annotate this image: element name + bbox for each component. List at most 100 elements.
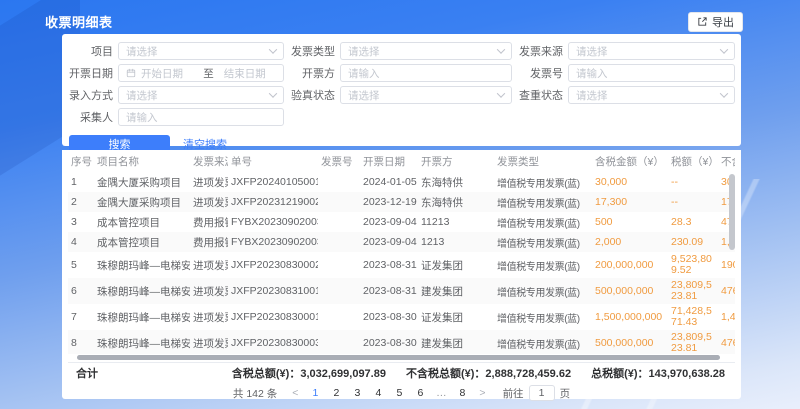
cell-invoice-source: 进项发票 [190, 252, 228, 278]
cell-invoice-date: 2023-08-30 [360, 304, 418, 330]
cell-invoice-source: 进项发票 [190, 192, 228, 212]
cell-invoice-type: 增值税专用发票(蓝) [494, 212, 592, 232]
issuer-input[interactable]: 请输入 [340, 64, 512, 82]
page-number[interactable]: 4 [372, 387, 384, 399]
cell-amount-with-tax: 500 [592, 212, 668, 232]
cell-index: 4 [68, 232, 94, 252]
page-number[interactable]: 2 [330, 387, 342, 399]
cell-invoice-source: 进项发票 [190, 330, 228, 354]
cell-index: 2 [68, 192, 94, 212]
column-header[interactable]: 发票来源 [190, 150, 228, 172]
top-bar: 收票明细表 导出 [45, 9, 743, 34]
cell-issuer: 11213 [418, 212, 494, 232]
next-page-button[interactable]: > [477, 387, 487, 399]
column-header[interactable]: 序号 [68, 150, 94, 172]
cell-amount-without-tax: 1,428,571,428.57 [718, 304, 735, 330]
cell-amount-with-tax: 500,000,000 [592, 278, 668, 304]
summary-total: 总税额(¥)：143,970,638.28 [591, 365, 725, 381]
cell-tax: 71,428,571.43 [668, 304, 718, 330]
page-number[interactable]: 8 [456, 387, 468, 399]
goto-page-input[interactable] [529, 385, 555, 401]
column-header[interactable]: 项目名称 [94, 150, 190, 172]
cell-invoice-date: 2023-08-30 [360, 330, 418, 354]
vertical-scrollbar[interactable] [729, 174, 735, 250]
column-header[interactable]: 税额（¥） [668, 150, 718, 172]
cell-amount-without-tax: 476,190,476.19 [718, 330, 735, 354]
page-list: 123456…8 [309, 387, 468, 399]
cell-project-name: 珠穆朗玛峰—电梯安装 [94, 252, 190, 278]
page-number[interactable]: 5 [393, 387, 405, 399]
start-date-placeholder: 开始日期 [141, 66, 193, 81]
chevron-down-icon [269, 89, 277, 97]
cell-project-name: 成本管控项目 [94, 232, 190, 252]
cell-tax: 23,809,523.81 [668, 278, 718, 304]
chevron-down-icon [269, 45, 277, 53]
cell-invoice-date: 2023-09-04 [360, 232, 418, 252]
verification-status-select[interactable]: 请选择 [340, 86, 512, 104]
cell-invoice-type: 增值税专用发票(蓝) [494, 172, 592, 192]
pagination-total: 共 142 条 [233, 386, 277, 401]
column-header[interactable]: 单号 [228, 150, 318, 172]
table-header-row: 序号项目名称发票来源单号发票号开票日期开票方发票类型含税金额（¥）税额（¥）不含… [68, 150, 735, 172]
cell-invoice-number [318, 330, 360, 354]
chevron-down-icon [497, 45, 505, 53]
cell-index: 6 [68, 278, 94, 304]
collector-input[interactable]: 请输入 [118, 108, 284, 126]
filter-label-invoice-type: 发票类型 [284, 43, 340, 59]
invoice-date-range[interactable]: 开始日期 至 结束日期 [118, 64, 284, 82]
filter-label-invoice-date: 开票日期 [62, 65, 118, 81]
column-header[interactable]: 不含税金额（¥） [718, 150, 735, 172]
cell-invoice-source: 进项发票 [190, 304, 228, 330]
cell-issuer: 东海特供 [418, 192, 494, 212]
page-number[interactable]: 3 [351, 387, 363, 399]
table-row[interactable]: 4 成本管控项目 费用报销 FYBX20230902003 2023-09-04… [68, 232, 735, 252]
export-button[interactable]: 导出 [688, 12, 743, 32]
cell-order-number: FYBX20230902003 [228, 212, 318, 232]
invoice-source-select[interactable]: 请选择 [568, 42, 735, 60]
page-number[interactable]: 1 [309, 387, 321, 399]
table-row[interactable]: 6 珠穆朗玛峰—电梯安装 进项发票 JXFP20230831001 2023-0… [68, 278, 735, 304]
cell-tax: 230.09 [668, 232, 718, 252]
table-row[interactable]: 3 成本管控项目 费用报销 FYBX20230902003 2023-09-04… [68, 212, 735, 232]
table-row[interactable]: 5 珠穆朗玛峰—电梯安装 进项发票 JXFP20230830002 2023-0… [68, 252, 735, 278]
cell-amount-with-tax: 1,500,000,000 [592, 304, 668, 330]
table-row[interactable]: 7 珠穆朗玛峰—电梯安装 进项发票 JXFP20230830001 2023-0… [68, 304, 735, 330]
cell-issuer: 东海特供 [418, 172, 494, 192]
invoice-type-select[interactable]: 请选择 [340, 42, 512, 60]
table-row[interactable]: 8 珠穆朗玛峰—电梯安装 进项发票 JXFP20230830003 2023-0… [68, 330, 735, 354]
column-header[interactable]: 含税金额（¥） [592, 150, 668, 172]
duplicate-status-select[interactable]: 请选择 [568, 86, 735, 104]
cell-invoice-number [318, 278, 360, 304]
entry-method-select[interactable]: 请选择 [118, 86, 284, 104]
cell-invoice-type: 增值税专用发票(蓝) [494, 232, 592, 252]
export-label: 导出 [712, 14, 734, 30]
invoice-number-input[interactable]: 请输入 [568, 64, 735, 82]
table-row[interactable]: 1 金隅大厦采购项目 进项发票 JXFP20240105001 2024-01-… [68, 172, 735, 192]
page-number[interactable]: 6 [414, 387, 426, 399]
cell-tax: -- [668, 192, 718, 212]
filter-label-duplicate-status: 查重状态 [512, 87, 568, 103]
cell-project-name: 金隅大厦采购项目 [94, 172, 190, 192]
column-header[interactable]: 发票号 [318, 150, 360, 172]
column-header[interactable]: 发票类型 [494, 150, 592, 172]
cell-issuer: 证发集团 [418, 304, 494, 330]
column-header[interactable]: 开票日期 [360, 150, 418, 172]
cell-invoice-date: 2023-09-04 [360, 212, 418, 232]
table-row[interactable]: 2 金隅大厦采购项目 进项发票 JXFP20231219002 2023-12-… [68, 192, 735, 212]
cell-amount-without-tax: 476,190,476.19 [718, 278, 735, 304]
filter-label-entry-method: 录入方式 [62, 87, 118, 103]
cell-invoice-source: 费用报销 [190, 232, 228, 252]
column-header[interactable]: 开票方 [418, 150, 494, 172]
table-scroll-area: 序号项目名称发票来源单号发票号开票日期开票方发票类型含税金额（¥）税额（¥）不含… [68, 150, 735, 354]
cell-project-name: 珠穆朗玛峰—电梯安装 [94, 304, 190, 330]
cell-invoice-source: 进项发票 [190, 172, 228, 192]
cell-order-number: FYBX20230902003 [228, 232, 318, 252]
horizontal-scrollbar[interactable] [77, 355, 720, 360]
filter-label-verification-status: 验真状态 [284, 87, 340, 103]
cell-project-name: 珠穆朗玛峰—电梯安装 [94, 330, 190, 354]
project-select[interactable]: 请选择 [118, 42, 284, 60]
cell-invoice-type: 增值税专用发票(蓝) [494, 252, 592, 278]
end-date-placeholder: 结束日期 [224, 66, 276, 81]
cell-invoice-type: 增值税专用发票(蓝) [494, 192, 592, 212]
prev-page-button[interactable]: < [290, 387, 300, 399]
